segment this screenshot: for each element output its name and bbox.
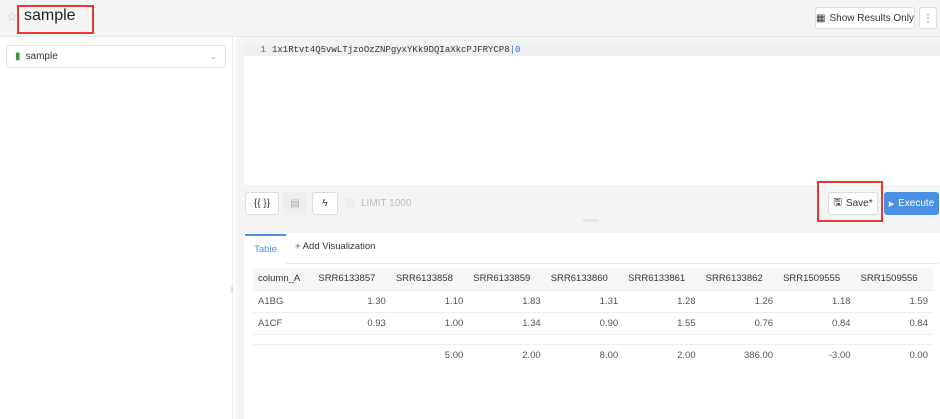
table-cell: 0.90 bbox=[545, 311, 624, 334]
table-cell: 0.93 bbox=[313, 311, 391, 334]
table-cell bbox=[390, 333, 469, 344]
table-cell: 0.00 bbox=[855, 343, 933, 366]
limit-checkbox[interactable] bbox=[345, 198, 355, 208]
table-row: 5.00 2.00 8.00 2.00 386.00 -3.00 0.00 bbox=[253, 343, 933, 366]
table-cell bbox=[700, 333, 779, 344]
table-cell: 386.00 bbox=[700, 343, 779, 366]
format-button[interactable]: {{ }} bbox=[245, 192, 279, 215]
autocomplete-button[interactable]: ϟ bbox=[312, 192, 338, 215]
table-cell: 1.18 bbox=[778, 289, 856, 312]
column-header[interactable]: SRR6133858 bbox=[390, 268, 469, 290]
show-results-only-button[interactable]: ▦ Show Results Only bbox=[815, 7, 915, 29]
table-cell bbox=[855, 333, 933, 344]
table-cell: 1.83 bbox=[468, 289, 546, 312]
table-cell bbox=[253, 343, 314, 366]
table-cell: 8.00 bbox=[545, 343, 624, 366]
table-cell bbox=[778, 333, 856, 344]
column-header[interactable]: column_A bbox=[253, 268, 314, 290]
table-cell: 1.59 bbox=[855, 289, 933, 312]
table-cell: 1.34 bbox=[468, 311, 546, 334]
table-cell: 2.00 bbox=[468, 343, 546, 366]
table-cell: 1.31 bbox=[545, 289, 624, 312]
resize-handle[interactable]: ‖ bbox=[230, 285, 234, 295]
table-cell bbox=[313, 343, 391, 366]
top-bar: ☆ sample ▦ Show Results Only ⋮ bbox=[0, 0, 940, 37]
code-text: 1x1Rtvt4Q5vwLTjzoOzZNPgyxYKk9DQIaXkcPJFR… bbox=[272, 45, 510, 55]
table-cell: 1.00 bbox=[390, 311, 469, 334]
sheet-icon: ▮ bbox=[15, 51, 21, 62]
column-header[interactable]: SRR6133861 bbox=[623, 268, 701, 290]
column-header[interactable]: SRR1509556 bbox=[855, 268, 933, 290]
line-number: 1 bbox=[260, 45, 266, 55]
table-cell: 1.26 bbox=[700, 289, 779, 312]
table-cell: 1.30 bbox=[313, 289, 391, 312]
table-cell bbox=[468, 333, 546, 344]
results-table: column_A SRR6133857 SRR6133858 SRR6133859 SR… bbox=[253, 268, 933, 366]
table-cell: -3.00 bbox=[778, 343, 856, 366]
more-options-button[interactable]: ⋮ bbox=[919, 7, 937, 29]
lightning-icon: ϟ bbox=[322, 198, 328, 209]
editor-resize-handle[interactable] bbox=[583, 219, 599, 222]
table-row: A1CF 0.93 1.00 1.34 0.90 1.55 0.76 0.84 0.84 bbox=[253, 311, 933, 334]
highlight-box bbox=[817, 181, 883, 222]
chevron-down-icon: ⌄ bbox=[209, 51, 217, 61]
tab-label: Add Visualization bbox=[302, 241, 376, 252]
query-editor[interactable]: 1 1x1Rtvt4Q5vwLTjzoOzZNPgyxYKk9DQIaXkcPJF… bbox=[244, 44, 940, 185]
favorite-star-icon[interactable]: ☆ bbox=[6, 9, 18, 25]
table-cell bbox=[313, 333, 391, 344]
play-icon: ▶ bbox=[888, 200, 895, 208]
execute-label: Execute bbox=[898, 198, 935, 209]
table-cell: 0.76 bbox=[700, 311, 779, 334]
table-cell: 2.00 bbox=[623, 343, 701, 366]
column-header[interactable]: SRR6133857 bbox=[313, 268, 391, 290]
table-cell: 0.84 bbox=[855, 311, 933, 334]
column-header[interactable]: SRR6133860 bbox=[545, 268, 624, 290]
highlight-box bbox=[17, 5, 94, 34]
dropdown-label: sample bbox=[25, 51, 58, 62]
vertical-ellipsis-icon: ⋮ bbox=[923, 12, 933, 24]
tab-table[interactable]: Table bbox=[245, 234, 286, 264]
limit-label: LIMIT 1000 bbox=[361, 198, 412, 209]
table-cell: 0.84 bbox=[778, 311, 856, 334]
list-icon: ▤ bbox=[290, 198, 300, 209]
sidebar bbox=[0, 37, 233, 419]
divider bbox=[286, 263, 939, 264]
tab-label: Table bbox=[254, 244, 277, 255]
column-header[interactable]: SRR6133859 bbox=[468, 268, 546, 290]
table-cell: 1.28 bbox=[623, 289, 701, 312]
execute-button[interactable]: ▶ Execute bbox=[884, 192, 939, 215]
table-icon: ▦ bbox=[816, 12, 826, 24]
plus-icon: + bbox=[295, 241, 301, 252]
table-cell bbox=[253, 333, 314, 344]
table-cell: 1.55 bbox=[623, 311, 701, 334]
table-row: A1BG 1.30 1.10 1.83 1.31 1.28 1.26 1.18 1.59 bbox=[253, 289, 933, 312]
data-source-dropdown[interactable]: ▮ sample ⌄ bbox=[6, 45, 226, 68]
cursor-text: 0 bbox=[515, 45, 521, 55]
show-results-label: Show Results Only bbox=[829, 12, 914, 24]
table-cell bbox=[545, 333, 624, 344]
table-row bbox=[253, 333, 933, 344]
column-header[interactable]: SRR1509555 bbox=[778, 268, 856, 290]
schema-button[interactable]: ▤ bbox=[283, 192, 307, 215]
format-label: {{ }} bbox=[253, 198, 271, 209]
table-cell: A1BG bbox=[253, 289, 314, 312]
tab-add-visualization[interactable]: + Add Visualization bbox=[295, 241, 375, 252]
table-cell: 5.00 bbox=[390, 343, 469, 366]
table-cell bbox=[623, 333, 701, 344]
table-cell: A1CF bbox=[253, 311, 314, 334]
table-cell: 1.10 bbox=[390, 289, 469, 312]
column-header[interactable]: SRR6133862 bbox=[700, 268, 779, 290]
